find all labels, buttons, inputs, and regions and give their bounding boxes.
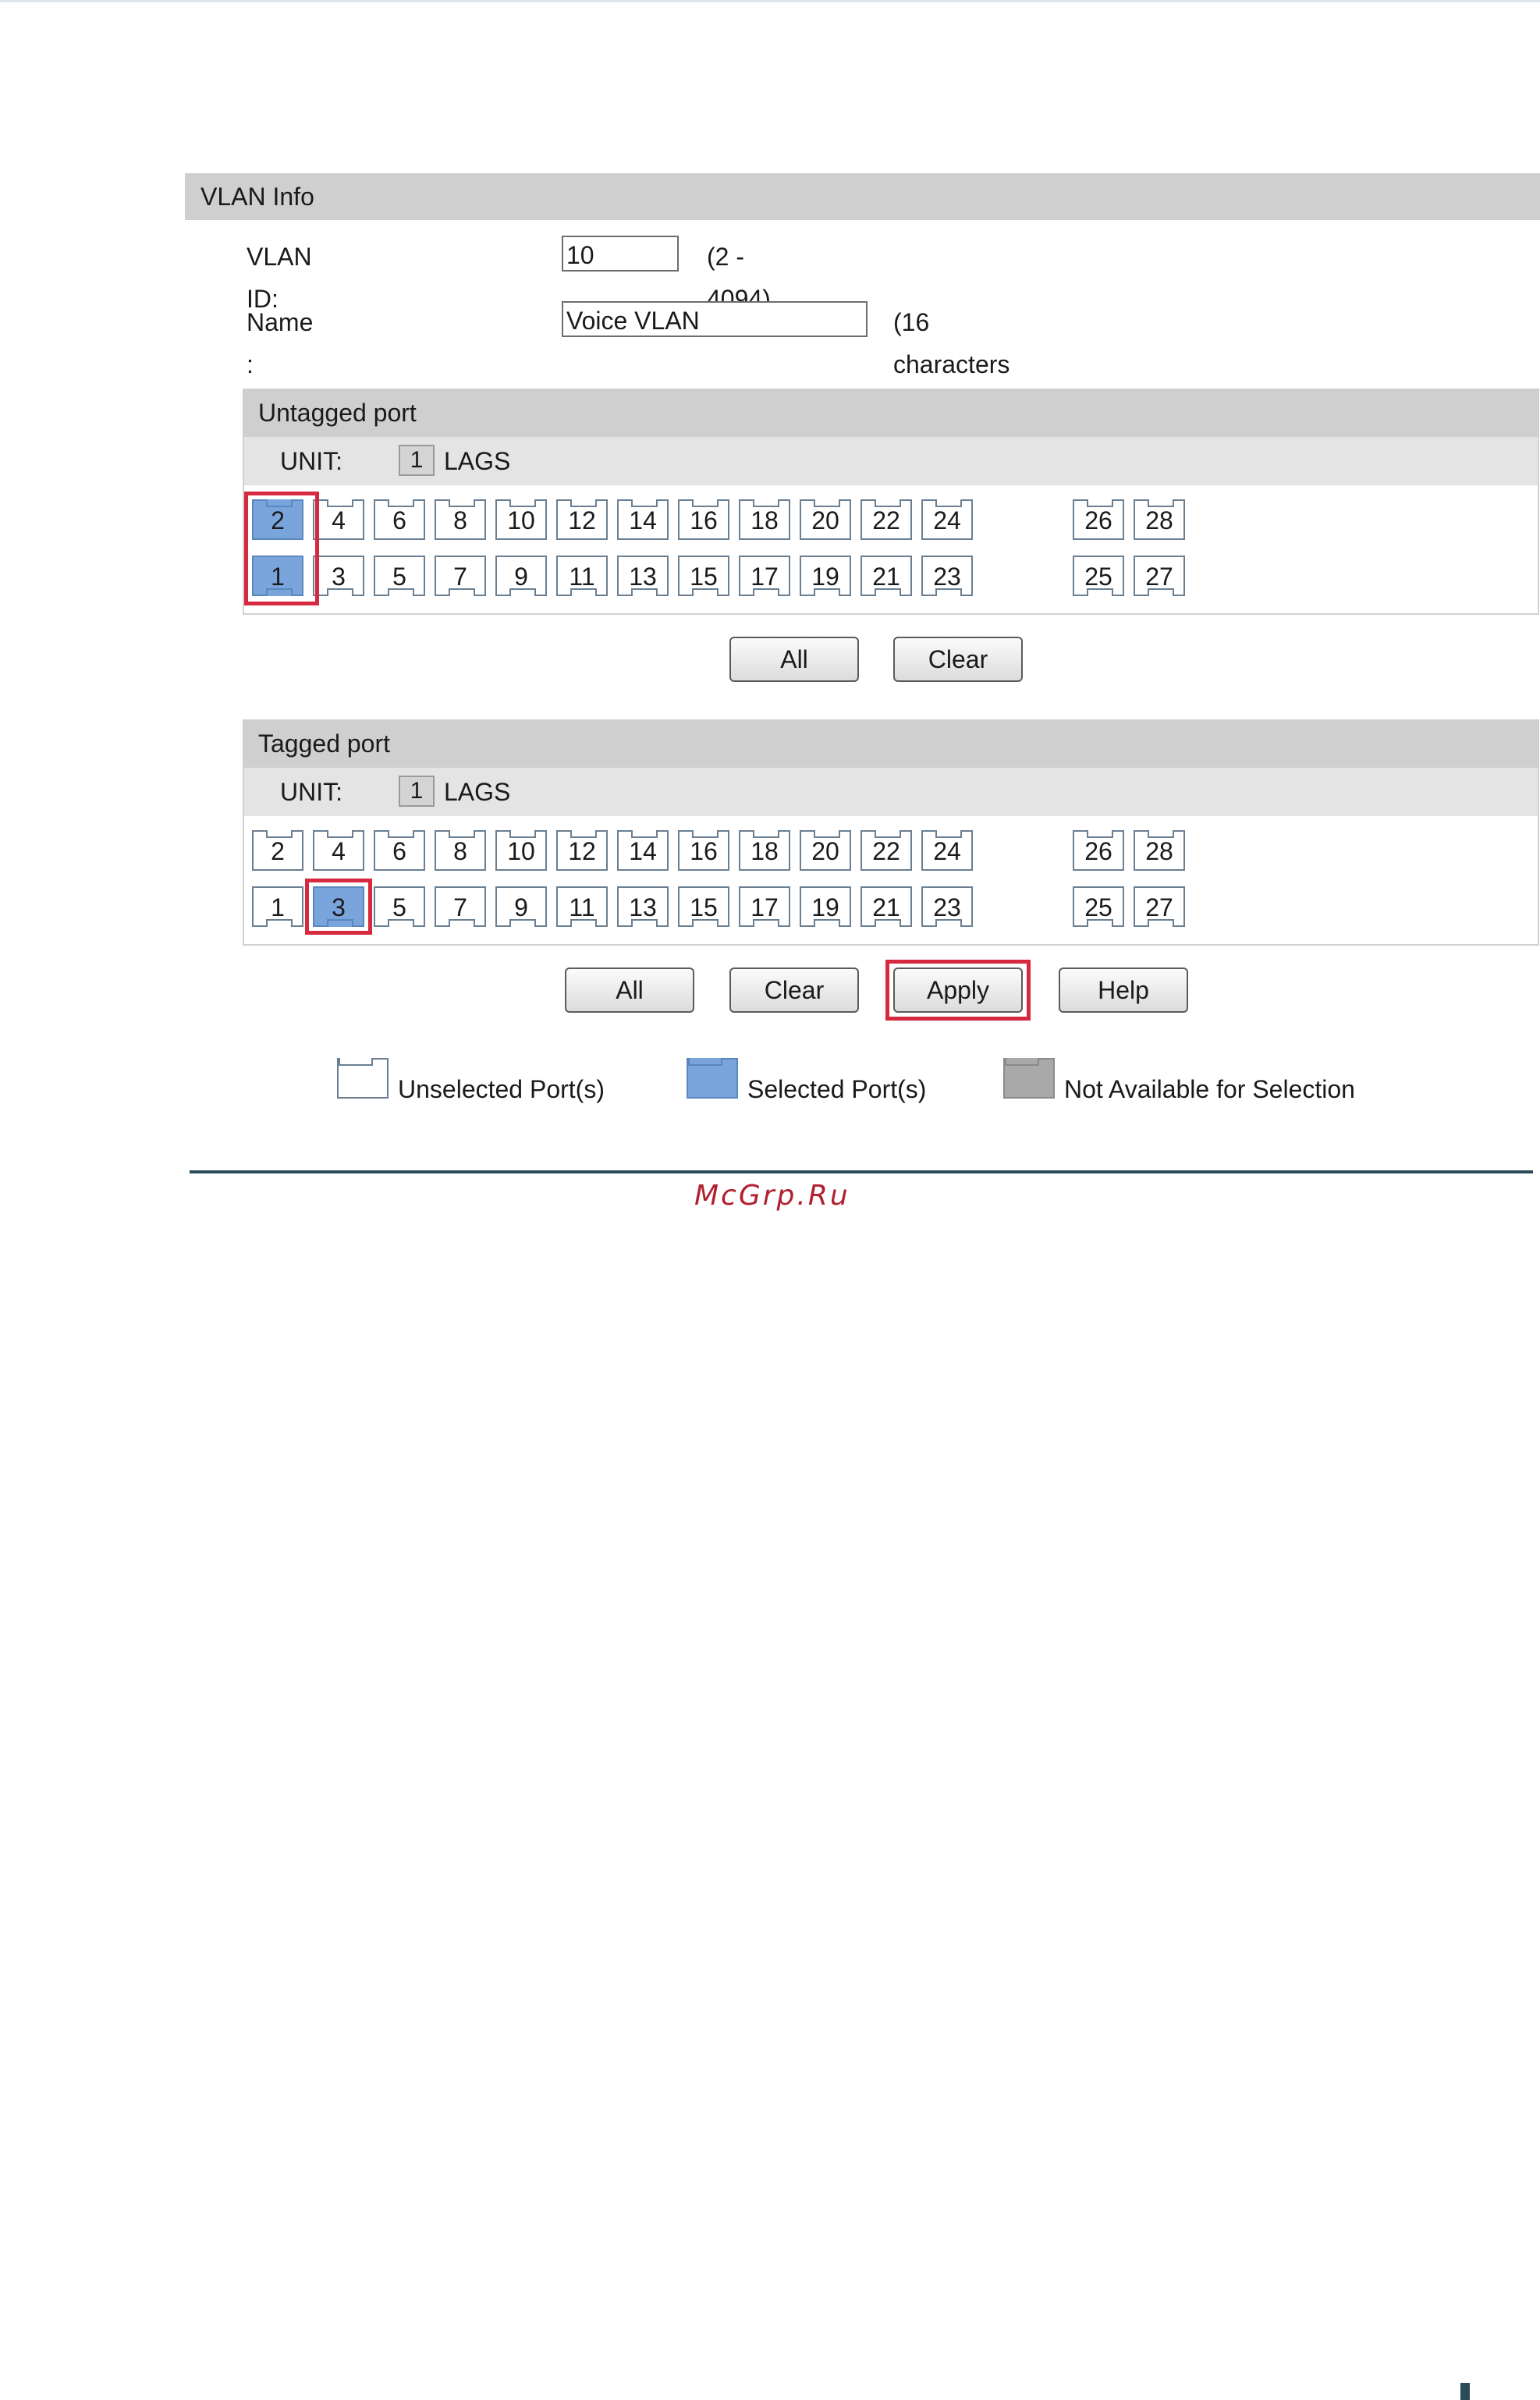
port-4[interactable]: 4 xyxy=(313,499,364,540)
port-7[interactable]: 7 xyxy=(435,886,486,927)
port-15[interactable]: 15 xyxy=(678,886,729,927)
port-7[interactable]: 7 xyxy=(435,556,486,596)
port-17[interactable]: 17 xyxy=(739,556,790,596)
port-21[interactable]: 21 xyxy=(860,886,912,927)
port-5[interactable]: 5 xyxy=(374,556,425,596)
port-13[interactable]: 13 xyxy=(617,556,669,596)
legend-selected-label: Selected Port(s) xyxy=(747,1075,927,1103)
port-6[interactable]: 6 xyxy=(374,499,425,540)
port-22[interactable]: 22 xyxy=(860,830,912,871)
port-9[interactable]: 9 xyxy=(495,886,547,927)
untagged-clear-button[interactable]: Clear xyxy=(893,637,1023,682)
port-11[interactable]: 11 xyxy=(556,556,608,596)
port-14[interactable]: 14 xyxy=(617,499,669,540)
port-16[interactable]: 16 xyxy=(678,830,729,871)
port-2[interactable]: 2 xyxy=(252,830,303,871)
port-20[interactable]: 20 xyxy=(800,499,851,540)
port-19[interactable]: 19 xyxy=(800,556,851,596)
vlan-config-panel: VLAN Info VLAN ID: 10 (2 - 4094) Name : … xyxy=(185,173,1540,1021)
lags-link[interactable]: LAGS xyxy=(444,768,510,816)
unit-label: UNIT: xyxy=(280,447,342,475)
help-button[interactable]: Help xyxy=(1059,967,1188,1013)
port-20[interactable]: 20 xyxy=(800,830,851,871)
top-border xyxy=(0,0,1540,2)
port-21[interactable]: 21 xyxy=(860,556,912,596)
tagged-ports-area: 2 4 6 8 10 12 14 16 18 20 22 24 1 3 5 7 9 11 13 15 17 19 21 23 2… xyxy=(243,816,1539,946)
port-28[interactable]: 28 xyxy=(1134,499,1185,540)
port-6[interactable]: 6 xyxy=(374,830,425,871)
port-12[interactable]: 12 xyxy=(556,499,608,540)
port-4[interactable]: 4 xyxy=(313,830,364,871)
port-15[interactable]: 15 xyxy=(678,556,729,596)
port-27[interactable]: 27 xyxy=(1134,886,1185,927)
vlan-id-input[interactable]: 10 xyxy=(562,236,679,272)
name-input[interactable]: Voice VLAN xyxy=(562,301,868,337)
port-13[interactable]: 13 xyxy=(617,886,669,927)
port-10[interactable]: 10 xyxy=(495,499,547,540)
apply-highlight-box xyxy=(885,960,1031,1021)
selected-port-icon xyxy=(687,1058,738,1099)
tagged-port-block: Tagged port UNIT: 1 LAGS 2 4 6 8 10 12 14 16 18 2… xyxy=(243,719,1539,946)
port-18[interactable]: 18 xyxy=(739,499,790,540)
port-23[interactable]: 23 xyxy=(921,886,973,927)
port-10[interactable]: 10 xyxy=(495,830,547,871)
port-23[interactable]: 23 xyxy=(921,556,973,596)
port-9[interactable]: 9 xyxy=(495,556,547,596)
port-3[interactable]: 3 xyxy=(313,556,364,596)
untagged-ports-area: 2 4 6 8 10 12 14 16 18 20 22 24 1 3 5 7 9 11 13 15 17 19 21 23 2… xyxy=(243,485,1539,615)
port-18[interactable]: 18 xyxy=(739,830,790,871)
port-27[interactable]: 27 xyxy=(1134,556,1185,596)
port-12[interactable]: 12 xyxy=(556,830,608,871)
port-8[interactable]: 8 xyxy=(435,499,486,540)
unit-label: UNIT: xyxy=(280,778,342,806)
name-label: Name : xyxy=(247,308,314,378)
untagged-port-header: Untagged port xyxy=(243,389,1539,437)
port-17[interactable]: 17 xyxy=(739,886,790,927)
port-24[interactable]: 24 xyxy=(921,830,973,871)
page-corner-mark xyxy=(1460,2383,1470,2400)
port-24[interactable]: 24 xyxy=(921,499,973,540)
port-25[interactable]: 25 xyxy=(1073,886,1124,927)
port-8[interactable]: 8 xyxy=(435,830,486,871)
not-available-port-icon xyxy=(1003,1058,1055,1099)
lags-link[interactable]: LAGS xyxy=(444,437,510,485)
unit-1-button[interactable]: 1 xyxy=(399,776,435,807)
untagged-unit-row: UNIT: 1 LAGS xyxy=(243,437,1539,485)
port-14[interactable]: 14 xyxy=(617,830,669,871)
port-22[interactable]: 22 xyxy=(860,499,912,540)
port-19[interactable]: 19 xyxy=(800,886,851,927)
port-1[interactable]: 1 xyxy=(252,886,303,927)
untagged-all-button[interactable]: All xyxy=(729,637,859,682)
port-3-highlight-box xyxy=(305,879,372,935)
port-11[interactable]: 11 xyxy=(556,886,608,927)
port-25[interactable]: 25 xyxy=(1073,556,1124,596)
port-5[interactable]: 5 xyxy=(374,886,425,927)
port-26[interactable]: 26 xyxy=(1073,830,1124,871)
unit-1-button[interactable]: 1 xyxy=(399,445,435,476)
tagged-port-header: Tagged port xyxy=(243,719,1539,768)
tagged-clear-button[interactable]: Clear xyxy=(729,967,859,1013)
page-divider xyxy=(190,1170,1533,1173)
port-28[interactable]: 28 xyxy=(1134,830,1185,871)
unselected-port-icon xyxy=(337,1058,389,1099)
untagged-port-block: Untagged port UNIT: 1 LAGS 2 4 6 8 10 12 14 16 1… xyxy=(243,389,1539,615)
legend-not-available-label: Not Available for Selection xyxy=(1064,1075,1355,1103)
legend-unselected-label: Unselected Port(s) xyxy=(398,1075,605,1103)
vlan-info-header: VLAN Info xyxy=(185,173,1540,220)
port-26[interactable]: 26 xyxy=(1073,499,1124,540)
port-16[interactable]: 16 xyxy=(678,499,729,540)
tagged-all-button[interactable]: All xyxy=(565,967,694,1013)
tagged-unit-row: UNIT: 1 LAGS xyxy=(243,768,1539,816)
untagged-ports-1-2-highlight-box xyxy=(244,492,319,605)
watermark-text: McGrp.Ru xyxy=(694,1180,850,1212)
